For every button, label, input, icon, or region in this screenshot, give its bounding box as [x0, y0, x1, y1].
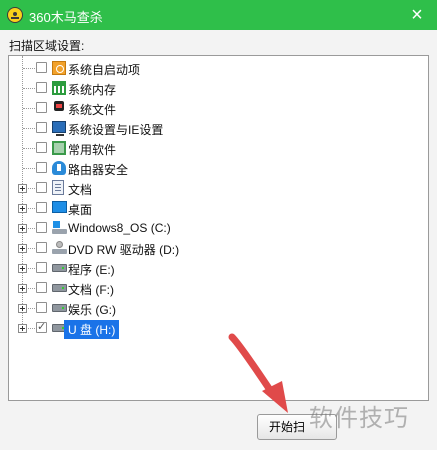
expand-icon[interactable]: [18, 204, 27, 213]
tree-item-label: 常用软件: [68, 143, 117, 157]
startup-icon: [52, 61, 66, 75]
tree-item-label: 娱乐 (G:): [68, 303, 116, 317]
tree-item[interactable]: 文档: [9, 178, 428, 198]
tree-item[interactable]: 文档 (F:): [9, 278, 428, 298]
tree-connector: [23, 88, 35, 89]
tree-item-label: 文档: [68, 183, 93, 197]
scan-area-tree[interactable]: 系统自启动项 系统内存系统文件系统设置与IE设置 常用软件路由器安全文档桌面 Wind…: [8, 55, 429, 401]
monitor-settings-icon: [52, 121, 66, 136]
close-button[interactable]: ×: [407, 5, 427, 25]
tree-item[interactable]: Windows8_OS (C:): [9, 218, 428, 238]
tree-item-label: U 盘 (H:): [64, 320, 120, 339]
tree-item[interactable]: 系统设置与IE设置: [9, 118, 428, 138]
tree-item-label: 系统设置与IE设置: [68, 123, 164, 137]
tree-item[interactable]: U 盘 (H:): [9, 318, 428, 339]
tree-item[interactable]: 程序 (E:): [9, 258, 428, 278]
expand-icon[interactable]: [18, 304, 27, 313]
tree-connector: [23, 168, 35, 169]
tree-connector: [23, 128, 35, 129]
expand-icon[interactable]: [18, 264, 27, 273]
expand-icon[interactable]: [18, 244, 27, 253]
tree-item-checkbox[interactable]: [36, 320, 47, 333]
tree-item-checkbox[interactable]: [36, 302, 47, 313]
tree-item-checkbox[interactable]: [36, 102, 47, 113]
title-bar: 360木马查杀 ×: [0, 0, 437, 30]
expand-icon[interactable]: [18, 184, 27, 193]
dvd-drive-icon: [52, 241, 67, 254]
windows-drive-icon: [52, 221, 67, 234]
router-shield-icon: [52, 161, 66, 175]
tree-item-checkbox[interactable]: [36, 162, 47, 173]
tree-item[interactable]: 娱乐 (G:): [9, 298, 428, 318]
expand-icon[interactable]: [18, 284, 27, 293]
tree-item-checkbox[interactable]: [36, 202, 47, 213]
expand-icon[interactable]: [18, 224, 27, 233]
tree-item[interactable]: 系统内存: [9, 78, 428, 98]
expand-icon[interactable]: [18, 324, 27, 333]
tree-item[interactable]: 桌面: [9, 198, 428, 218]
tree-item-checkbox[interactable]: [36, 182, 47, 193]
tree-item-checkbox[interactable]: [36, 82, 47, 93]
tree-item[interactable]: 系统文件: [9, 98, 428, 118]
system-files-icon: [52, 101, 66, 115]
watermark-text: 软件技巧: [309, 404, 409, 432]
tree-item-checkbox[interactable]: [36, 122, 47, 133]
tree-item-checkbox[interactable]: [36, 242, 47, 253]
tree-item-checkbox[interactable]: [36, 262, 47, 273]
tree-item-checkbox[interactable]: [36, 282, 47, 293]
tree-item-label: 系统自启动项: [68, 63, 141, 77]
tree-item-label: 程序 (E:): [68, 263, 115, 277]
tree-item-label: 系统内存: [68, 83, 117, 97]
tree-item-checkbox[interactable]: [36, 62, 47, 73]
software-icon: [52, 141, 66, 155]
tree-item[interactable]: 路由器安全: [9, 158, 428, 178]
tree-item[interactable]: 系统自启动项: [9, 58, 428, 78]
tree-connector: [23, 68, 35, 69]
drive-icon: [52, 284, 67, 292]
drive-icon: [52, 304, 67, 312]
tree-item[interactable]: DVD RW 驱动器 (D:): [9, 238, 428, 258]
tree-item-label: 系统文件: [68, 103, 117, 117]
tree-item-checkbox[interactable]: [36, 222, 47, 233]
window-title: 360木马查杀: [29, 10, 103, 25]
tree-connector: [23, 108, 35, 109]
document-icon: [52, 180, 64, 195]
app-logo-icon: [7, 7, 23, 23]
tree-item-label: 文档 (F:): [68, 283, 114, 297]
tree-item-label: 路由器安全: [68, 163, 129, 177]
tree-item-label: Windows8_OS (C:): [68, 221, 171, 235]
desktop-icon: [52, 201, 67, 213]
tree-item-checkbox[interactable]: [36, 142, 47, 153]
scan-area-label: 扫描区域设置:: [9, 39, 85, 53]
memory-icon: [52, 81, 66, 95]
tree-item-label: DVD RW 驱动器 (D:): [68, 243, 180, 257]
tree-connector: [23, 148, 35, 149]
tree-item-label: 桌面: [68, 203, 93, 217]
tree-item[interactable]: 常用软件: [9, 138, 428, 158]
drive-icon: [52, 264, 67, 272]
